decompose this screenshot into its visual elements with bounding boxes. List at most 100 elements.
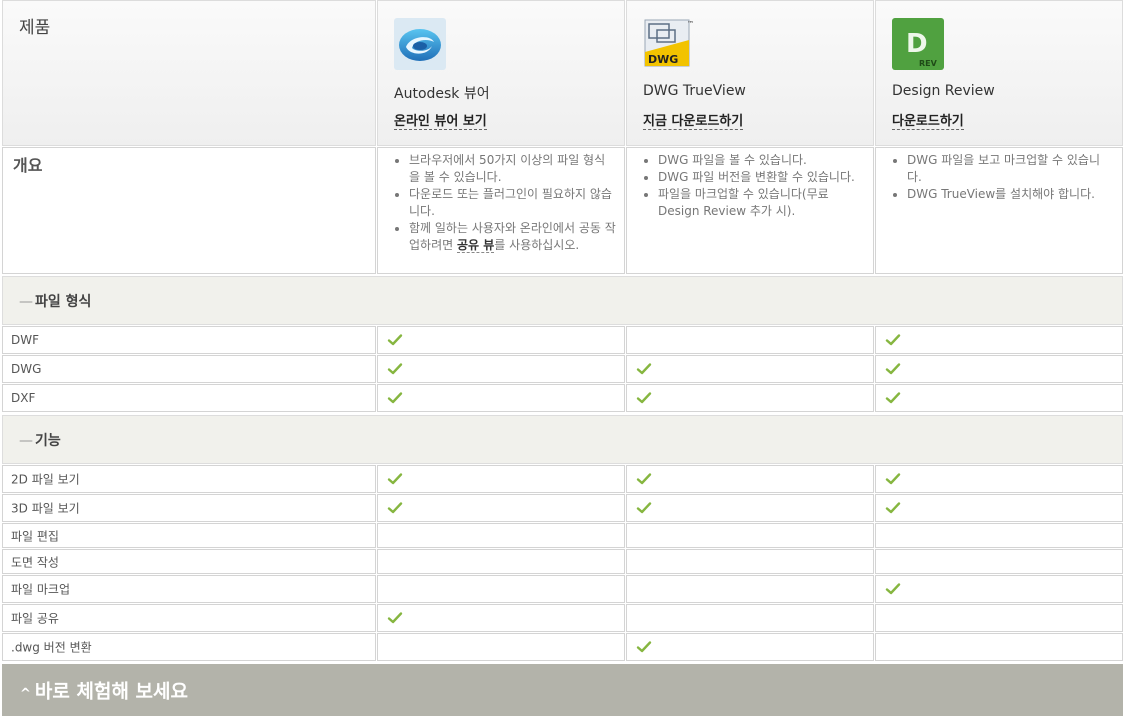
overview-item: DWG TrueView를 설치해야 합니다. (907, 186, 1114, 203)
overview-item: 브라우저에서 50가지 이상의 파일 형식을 볼 수 있습니다. (409, 152, 616, 186)
checkmark-icon (885, 583, 901, 595)
checkmark-icon (885, 334, 901, 346)
row-label: 도면 작성 (11, 555, 59, 569)
design-review-logo-letter: D (906, 29, 928, 59)
row-label-cell: .dwg 버전 변환 (2, 633, 376, 661)
open-online-viewer-link[interactable]: 온라인 뷰어 보기 (394, 114, 487, 130)
row-label-cell: 3D 파일 보기 (2, 494, 376, 522)
row-label-cell: DWF (2, 326, 376, 354)
table-row: 파일 공유 (0, 604, 1124, 632)
download-now-link[interactable]: 지금 다운로드하기 (643, 114, 744, 130)
table-row: 3D 파일 보기 (0, 494, 1124, 522)
checkmark-icon (387, 473, 403, 485)
support-cell (875, 494, 1123, 522)
support-cell (377, 633, 625, 661)
checkmark-icon (885, 363, 901, 375)
product-autodesk-viewer: Autodesk 뷰어 온라인 뷰어 보기 (377, 0, 625, 146)
support-cell (626, 604, 874, 632)
collapse-icon: — (19, 293, 33, 310)
table-row: 파일 편집 (0, 523, 1124, 548)
dwg-trueview-logo-icon: DWG ™ (644, 19, 694, 67)
overview-item: DWG 파일 버전을 변환할 수 있습니다. (658, 169, 865, 186)
row-label-cell: DWG (2, 355, 376, 383)
overview-row: 개요 브라우저에서 50가지 이상의 파일 형식을 볼 수 있습니다. 다운로드… (0, 147, 1124, 274)
overview-item: 함께 일하는 사용자와 온라인에서 공동 작업하려면 공유 뷰를 사용하십시오. (409, 220, 616, 254)
row-label-cell: 도면 작성 (2, 549, 376, 574)
support-cell (875, 575, 1123, 603)
overview-list: DWG 파일을 볼 수 있습니다. DWG 파일 버전을 변환할 수 있습니다.… (627, 152, 873, 220)
support-cell (377, 326, 625, 354)
table-row: 도면 작성 (0, 549, 1124, 574)
trademark-mark: ™ (687, 20, 694, 28)
design-review-logo-icon: D REV (892, 18, 944, 70)
table-row: DWF (0, 326, 1124, 354)
overview-label-cell: 개요 (2, 147, 376, 274)
download-link[interactable]: 다운로드하기 (892, 114, 964, 130)
dwg-logo-text: DWG (648, 53, 678, 66)
overview-autodesk-viewer: 브라우저에서 50가지 이상의 파일 형식을 볼 수 있습니다. 다운로드 또는… (377, 147, 625, 274)
support-cell (377, 384, 625, 412)
row-label-cell: 2D 파일 보기 (2, 465, 376, 493)
support-cell (626, 549, 874, 574)
row-label: 파일 편집 (11, 529, 59, 543)
support-cell (377, 604, 625, 632)
rev-logo-text: REV (919, 59, 938, 68)
row-label: 파일 공유 (11, 611, 59, 626)
autodesk-viewer-logo-icon (394, 18, 446, 70)
checkmark-icon (636, 502, 652, 514)
support-cell (875, 633, 1123, 661)
overview-item: DWG 파일을 볼 수 있습니다. (658, 152, 865, 169)
table-row: DWG (0, 355, 1124, 383)
support-cell (377, 575, 625, 603)
checkmark-icon (636, 641, 652, 653)
section-title[interactable]: — 파일 형식 (19, 291, 91, 311)
row-label: 3D 파일 보기 (11, 501, 80, 516)
overview-item: 파일을 마크업할 수 있습니다(무료 Design Review 추가 시). (658, 186, 865, 220)
overview-label: 개요 (13, 156, 43, 175)
checkmark-icon (387, 334, 403, 346)
support-cell (377, 494, 625, 522)
support-cell (875, 384, 1123, 412)
section-title-text: 파일 형식 (35, 293, 92, 310)
features-section-header[interactable]: — 기능 (0, 415, 1124, 464)
section-title[interactable]: — 기능 (19, 430, 61, 450)
product-design-review: D REV Design Review 다운로드하기 (875, 0, 1123, 146)
support-cell (377, 355, 625, 383)
section-bar[interactable]: — 기능 (2, 415, 1123, 464)
collapse-icon: — (19, 432, 33, 449)
overview-list: 브라우저에서 50가지 이상의 파일 형식을 볼 수 있습니다. 다운로드 또는… (378, 152, 624, 254)
table-row: .dwg 버전 변환 (0, 633, 1124, 661)
product-name: Design Review (892, 83, 995, 99)
file-formats-section-header[interactable]: — 파일 형식 (0, 276, 1124, 325)
support-cell (626, 494, 874, 522)
support-cell (875, 465, 1123, 493)
try-now-text: 바로 체험해 보세요 (34, 680, 188, 703)
support-cell (377, 465, 625, 493)
expand-caret-icon: ^ (20, 686, 31, 702)
checkmark-icon (387, 502, 403, 514)
table-row: 파일 마크업 (0, 575, 1124, 603)
row-label: DWF (11, 333, 40, 347)
row-label-cell: 파일 마크업 (2, 575, 376, 603)
support-cell (626, 384, 874, 412)
checkmark-icon (885, 502, 901, 514)
support-cell (626, 575, 874, 603)
try-now-label[interactable]: ^ 바로 체험해 보세요 (20, 677, 188, 704)
section-bar[interactable]: — 파일 형식 (2, 276, 1123, 325)
row-label-cell: 파일 편집 (2, 523, 376, 548)
checkmark-icon (636, 473, 652, 485)
table-row: DXF (0, 384, 1124, 412)
overview-item-text: 를 사용하십시오. (494, 238, 580, 252)
try-now-bar[interactable]: ^ 바로 체험해 보세요 (2, 664, 1123, 716)
support-cell (626, 355, 874, 383)
checkmark-icon (387, 612, 403, 624)
support-cell (875, 549, 1123, 574)
shared-view-link[interactable]: 공유 뷰 (456, 238, 495, 253)
support-cell (875, 326, 1123, 354)
checkmark-icon (387, 363, 403, 375)
product-name: Autodesk 뷰어 (394, 86, 490, 102)
checkmark-icon (885, 473, 901, 485)
checkmark-icon (387, 392, 403, 404)
support-cell (875, 355, 1123, 383)
overview-item: DWG 파일을 보고 마크업할 수 있습니다. (907, 152, 1114, 186)
